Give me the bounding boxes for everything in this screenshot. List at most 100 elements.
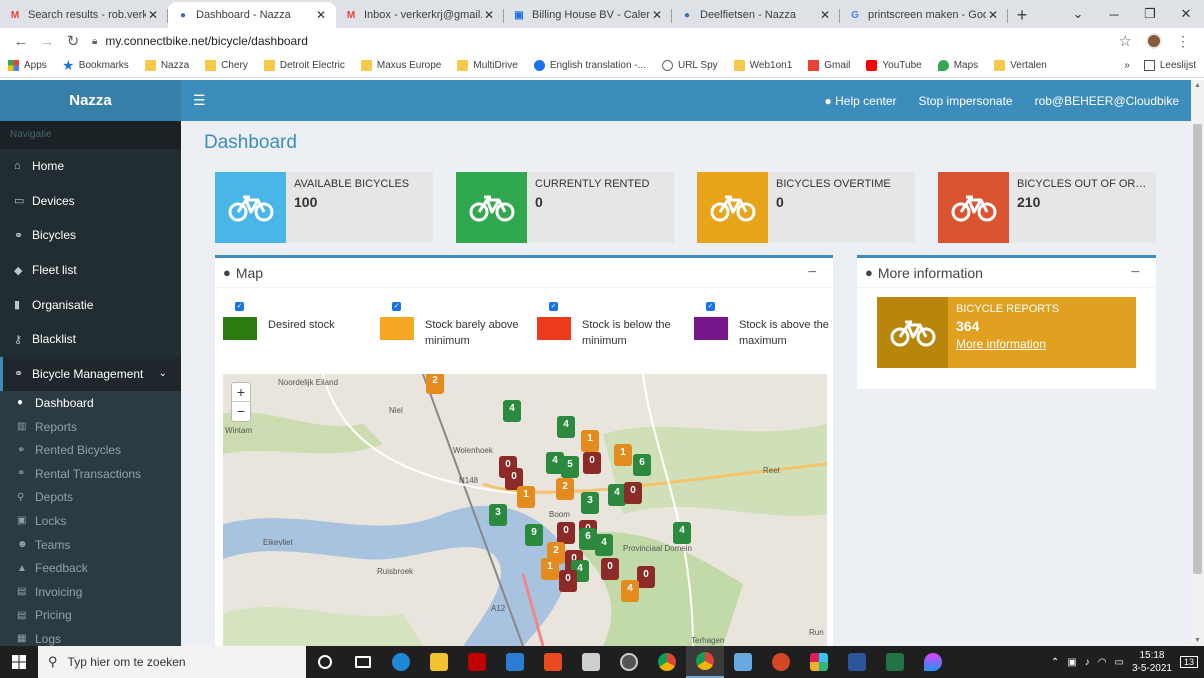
- map-marker[interactable]: 9: [525, 524, 543, 546]
- profile-avatar[interactable]: [1146, 33, 1162, 49]
- file-explorer-icon[interactable]: [420, 646, 458, 678]
- sidebar-subitem-rental-transactions[interactable]: ⚭ Rental Transactions: [0, 462, 181, 486]
- help-center-link[interactable]: ● Help center: [825, 94, 897, 108]
- map-marker[interactable]: 6: [633, 454, 651, 476]
- brand-logo[interactable]: Nazza: [0, 80, 181, 121]
- bookmark-item[interactable]: Detroit Electric: [263, 60, 345, 71]
- map-marker[interactable]: 4: [673, 522, 691, 544]
- bookmark-item[interactable]: Chery: [205, 60, 248, 71]
- bookmark-item[interactable]: Nazza: [144, 60, 189, 71]
- filezilla-icon[interactable]: [458, 646, 496, 678]
- new-tab-button[interactable]: +: [1008, 2, 1036, 28]
- more-bookmarks-button[interactable]: »: [1124, 60, 1130, 71]
- powerpoint-icon[interactable]: [762, 646, 800, 678]
- tab-search-icon[interactable]: ⌄: [1060, 0, 1096, 28]
- notifications-icon[interactable]: 13: [1179, 656, 1198, 668]
- scroll-down-icon[interactable]: ▼: [1191, 637, 1204, 644]
- map-marker[interactable]: 0: [557, 522, 575, 544]
- security-icon[interactable]: [610, 646, 648, 678]
- edge-icon[interactable]: [382, 646, 420, 678]
- remote-desktop-icon[interactable]: [724, 646, 762, 678]
- bookmark-item[interactable]: Maxus Europe: [360, 60, 441, 71]
- close-icon[interactable]: ✕: [482, 8, 496, 22]
- map-marker[interactable]: 1: [581, 430, 599, 452]
- map-marker[interactable]: 0: [559, 570, 577, 592]
- map-marker[interactable]: 0: [583, 452, 601, 474]
- tray-chevron-icon[interactable]: ⌃: [1051, 657, 1059, 668]
- mail-icon[interactable]: [496, 646, 534, 678]
- bookmark-item[interactable]: Vertalen: [994, 60, 1047, 71]
- close-icon[interactable]: ✕: [146, 8, 160, 22]
- browser-tab[interactable]: M Inbox - verkerkrj@gmail.com✕: [336, 2, 504, 28]
- bookmark-item[interactable]: Maps: [937, 60, 978, 71]
- scroll-up-icon[interactable]: ▲: [1191, 82, 1204, 89]
- menu-kebab-icon[interactable]: ⋮: [1176, 33, 1190, 50]
- bookmark-item[interactable]: Apps: [8, 60, 47, 71]
- sidebar-item-blacklist[interactable]: ⚷ Blacklist: [0, 322, 181, 357]
- paint-icon[interactable]: [914, 646, 952, 678]
- map-marker[interactable]: 2: [426, 374, 444, 394]
- taskbar-search-input[interactable]: ⚲ Typ hier om te zoeken: [38, 646, 306, 678]
- map-marker[interactable]: 1: [517, 486, 535, 508]
- map-marker[interactable]: 1: [614, 444, 632, 466]
- collapse-info-button[interactable]: −: [1131, 264, 1140, 282]
- office-icon[interactable]: [534, 646, 572, 678]
- slack-icon[interactable]: [800, 646, 838, 678]
- map-marker[interactable]: 4: [595, 534, 613, 556]
- windows-start-icon[interactable]: [0, 646, 38, 678]
- map-marker[interactable]: 5: [561, 456, 579, 478]
- legend-checkbox[interactable]: ✓: [392, 302, 401, 311]
- map-marker[interactable]: 3: [581, 492, 599, 514]
- chrome-profile-icon[interactable]: [686, 646, 724, 678]
- browser-tab[interactable]: ▣ Billing House BV - Calendar✕: [504, 2, 672, 28]
- bookmark-item[interactable]: English translation -...: [533, 60, 646, 71]
- bookmark-item[interactable]: Bookmarks: [63, 60, 129, 71]
- forward-icon[interactable]: →: [34, 33, 60, 50]
- cortana-icon[interactable]: [306, 646, 344, 678]
- bookmark-star-icon[interactable]: ☆: [1119, 32, 1132, 50]
- close-icon[interactable]: ✕: [650, 8, 664, 22]
- bookmark-item[interactable]: URL Spy: [661, 60, 718, 71]
- sidebar-item-devices[interactable]: ▭ Devices: [0, 184, 181, 219]
- sidebar-subitem-feedback[interactable]: ▲ Feedback: [0, 556, 181, 580]
- browser-tab[interactable]: Gprintscreen maken - Google✕: [840, 2, 1008, 28]
- map-marker[interactable]: 2: [556, 478, 574, 500]
- user-menu[interactable]: rob@BEHEER@Cloudbike: [1035, 94, 1179, 108]
- map-marker[interactable]: 0: [624, 482, 642, 504]
- wifi-icon[interactable]: ◠: [1098, 657, 1107, 668]
- close-icon[interactable]: ✕: [986, 8, 1000, 22]
- more-information-link[interactable]: More information: [956, 337, 1059, 351]
- battery-icon[interactable]: ▭: [1115, 657, 1124, 668]
- close-window-icon[interactable]: ✕: [1168, 0, 1204, 28]
- volume-icon[interactable]: ♪: [1085, 657, 1090, 668]
- sidebar-subitem-depots[interactable]: ⚲ Depots: [0, 486, 181, 510]
- zoom-out-button[interactable]: −: [232, 402, 250, 421]
- camera-icon[interactable]: ▣: [1067, 657, 1076, 668]
- minimize-icon[interactable]: ─: [1096, 0, 1132, 28]
- map-marker[interactable]: 1: [541, 558, 559, 580]
- sidebar-subitem-reports[interactable]: ▥ Reports: [0, 415, 181, 439]
- sidebar-subitem-pricing[interactable]: ▤ Pricing: [0, 604, 181, 628]
- browser-tab[interactable]: M Search results - rob.verkerk✕: [0, 2, 168, 28]
- legend-checkbox[interactable]: ✓: [235, 302, 244, 311]
- map-marker[interactable]: 0: [637, 566, 655, 588]
- clock[interactable]: 15:18 3-5-2021: [1132, 649, 1172, 675]
- reading-list-button[interactable]: Leeslijst: [1143, 60, 1196, 71]
- bookmark-item[interactable]: Gmail: [808, 60, 850, 71]
- sidebar-subitem-dashboard[interactable]: ● Dashboard: [0, 391, 181, 415]
- reload-icon[interactable]: ↻: [60, 32, 86, 50]
- bookmark-item[interactable]: MultiDrive: [457, 60, 518, 71]
- map-marker[interactable]: 3: [489, 504, 507, 526]
- scrollbar-thumb[interactable]: [1193, 124, 1202, 574]
- sidebar-subitem-teams[interactable]: ☻ Teams: [0, 533, 181, 557]
- map-marker[interactable]: 0: [601, 558, 619, 580]
- sidebar-item-home[interactable]: ⌂ Home: [0, 149, 181, 184]
- browser-tab[interactable]: ● Dashboard - Nazza ✕: [168, 2, 336, 28]
- map-marker[interactable]: 4: [557, 416, 575, 438]
- store-icon[interactable]: [572, 646, 610, 678]
- sidebar-subitem-locks[interactable]: ▣ Locks: [0, 509, 181, 533]
- bookmark-item[interactable]: YouTube: [866, 60, 922, 71]
- sidebar-item-organisatie[interactable]: ▮ Organisatie: [0, 287, 181, 322]
- stop-impersonate-link[interactable]: Stop impersonate: [919, 94, 1013, 108]
- excel-icon[interactable]: [876, 646, 914, 678]
